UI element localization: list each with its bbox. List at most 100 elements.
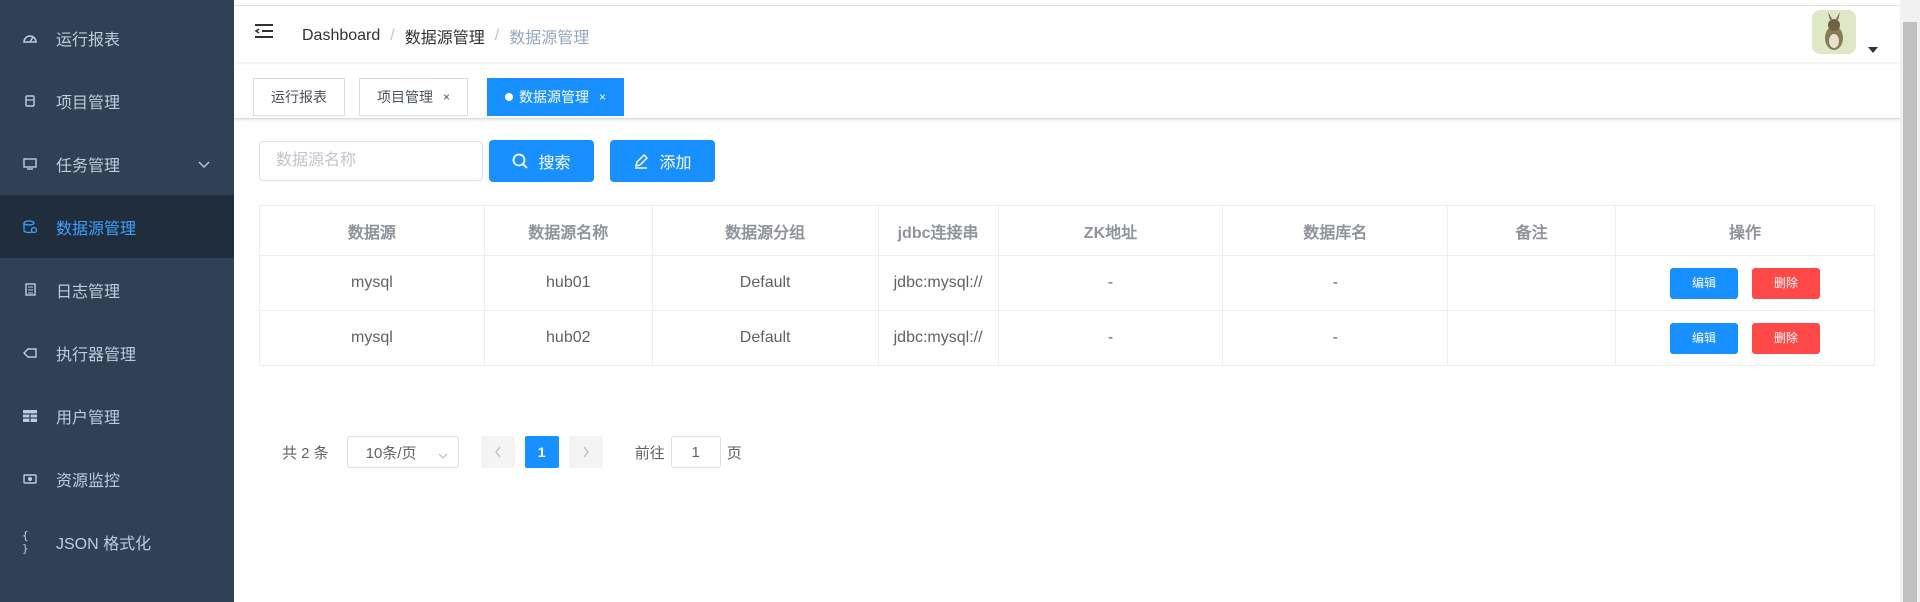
sidebar-item-label: 资源监控 (56, 472, 121, 490)
database-icon (22, 219, 38, 235)
cell-zk-address: - (997, 255, 1224, 311)
sidebar-item-datasource[interactable]: 数据源管理 (0, 195, 234, 258)
cell-comment (1447, 310, 1617, 366)
cell-actions: 编辑 删除 (1615, 255, 1875, 311)
goto-prefix: 前往 (634, 444, 665, 462)
sidebar-item-label: 数据源管理 (56, 220, 137, 238)
sidebar-item-label: 日志管理 (56, 283, 121, 301)
tab-projects[interactable]: 项目管理 × (359, 78, 469, 116)
cell-jdbc-url: jdbc:mysql:// (877, 310, 999, 366)
pagination: 共 2 条 10条/页 1 前往 页 (282, 436, 742, 468)
cell-name: hub02 (483, 310, 653, 366)
breadcrumb-item[interactable]: 数据源管理 (405, 24, 485, 48)
tab-run-report[interactable]: 运行报表 (253, 78, 345, 116)
breadcrumb-separator: / (390, 27, 395, 44)
column-header: 操作 (1615, 205, 1875, 256)
cell-database-name: - (1222, 310, 1449, 366)
sidebar: 运行报表 项目管理 任务管理 数据源管理 日志管理 执行器管理 用户管理 资源监… (0, 0, 234, 602)
column-header: ZK地址 (997, 205, 1224, 256)
cell-group: Default (651, 255, 879, 311)
edit-button[interactable]: 编辑 (1670, 267, 1739, 299)
prev-page-button[interactable] (480, 436, 515, 468)
column-header: 数据源分组 (651, 205, 879, 256)
pagination-total: 共 2 条 (282, 444, 329, 462)
edit-button[interactable]: 编辑 (1670, 322, 1739, 354)
executor-icon (22, 345, 38, 361)
scrollbar-thumb[interactable] (1903, 22, 1917, 602)
breadcrumb-item-current: 数据源管理 (509, 30, 590, 47)
sidebar-item-run-report[interactable]: 运行报表 (0, 6, 234, 69)
cell-zk-address: - (997, 310, 1224, 366)
chevron-right-icon (583, 446, 589, 458)
sidebar-item-label: 项目管理 (56, 94, 121, 112)
delete-button[interactable]: 删除 (1752, 267, 1821, 299)
cell-actions: 编辑 删除 (1615, 310, 1875, 366)
monitor-resource-icon (22, 471, 38, 487)
hamburger-icon[interactable] (254, 22, 274, 42)
breadcrumb: Dashboard / 数据源管理 / 数据源管理 (302, 24, 589, 48)
sidebar-item-label: 执行器管理 (56, 346, 137, 364)
chevron-down-icon (438, 447, 448, 464)
column-header: 备注 (1447, 205, 1617, 256)
sidebar-item-logs[interactable]: 日志管理 (0, 258, 234, 321)
chevron-left-icon (494, 446, 501, 458)
sidebar-item-tasks[interactable]: 任务管理 (0, 132, 234, 195)
breadcrumb-separator: / (494, 27, 500, 44)
sidebar-item-json-format[interactable]: { } JSON 格式化 (0, 510, 234, 573)
chevron-down-icon (198, 156, 210, 174)
next-page-button[interactable] (568, 436, 603, 468)
table-row: mysql hub01 Default jdbc:mysql:// - - 编辑… (259, 255, 1875, 311)
goto-page-input[interactable] (670, 436, 721, 468)
sidebar-item-executors[interactable]: 执行器管理 (0, 321, 234, 384)
navbar: Dashboard / 数据源管理 / 数据源管理 (234, 6, 1900, 62)
cell-comment (1447, 255, 1617, 311)
sidebar-item-users[interactable]: 用户管理 (0, 384, 234, 447)
column-header: 数据源 (259, 205, 485, 256)
page-size-value: 10条/页 (365, 444, 417, 462)
goto-suffix: 页 (726, 444, 742, 462)
add-button[interactable]: 添加 (610, 140, 715, 182)
tab-datasource[interactable]: 数据源管理 × (487, 78, 625, 116)
sidebar-item-resource-monitor[interactable]: 资源监控 (0, 447, 234, 510)
cell-database-name: - (1222, 255, 1449, 311)
page-size-select[interactable]: 10条/页 (346, 436, 459, 468)
sidebar-item-label: 运行报表 (56, 31, 121, 49)
sidebar-item-label: 用户管理 (56, 409, 121, 427)
tags-view: 运行报表 项目管理 × 数据源管理 × (234, 70, 1900, 119)
cell-jdbc-url: jdbc:mysql:// (877, 255, 999, 311)
tab-label: 项目管理 (377, 89, 433, 105)
close-icon[interactable]: × (443, 90, 450, 104)
search-button[interactable]: 搜索 (489, 140, 594, 182)
search-button-label: 搜索 (538, 155, 571, 172)
table-row: mysql hub02 Default jdbc:mysql:// - - 编辑… (259, 310, 1875, 366)
cell-name: hub01 (483, 255, 653, 311)
cell-datasource: mysql (259, 255, 485, 311)
column-header: 数据源名称 (483, 205, 653, 256)
active-dot-icon (505, 93, 513, 101)
close-icon[interactable]: × (599, 90, 606, 104)
avatar[interactable] (1812, 10, 1856, 54)
dashboard-icon (22, 30, 38, 46)
delete-button[interactable]: 删除 (1752, 322, 1821, 354)
sidebar-item-label: JSON 格式化 (56, 535, 152, 553)
tab-label: 运行报表 (271, 89, 327, 105)
column-header: jdbc连接串 (877, 205, 999, 256)
monitor-icon (22, 156, 38, 172)
braces-icon: { } (22, 528, 29, 555)
edit-icon (635, 153, 649, 169)
tab-label: 数据源管理 (519, 89, 589, 105)
add-button-label: 添加 (659, 155, 692, 172)
cell-group: Default (651, 310, 879, 366)
sidebar-item-projects[interactable]: 项目管理 (0, 69, 234, 132)
vertical-scrollbar[interactable] (1900, 0, 1920, 602)
breadcrumb-item[interactable]: Dashboard (302, 27, 380, 45)
table-header-row: 数据源 数据源名称 数据源分组 jdbc连接串 ZK地址 数据库名 备注 操作 (259, 205, 1875, 256)
table-icon (22, 408, 38, 424)
cell-datasource: mysql (259, 310, 485, 366)
project-icon (22, 93, 38, 109)
page-number-button[interactable]: 1 (524, 436, 559, 468)
caret-down-icon[interactable] (1868, 40, 1878, 58)
datasource-name-search-input[interactable] (259, 141, 483, 181)
search-icon (513, 153, 529, 169)
datasource-table: 数据源 数据源名称 数据源分组 jdbc连接串 ZK地址 数据库名 备注 操作 … (259, 205, 1875, 366)
